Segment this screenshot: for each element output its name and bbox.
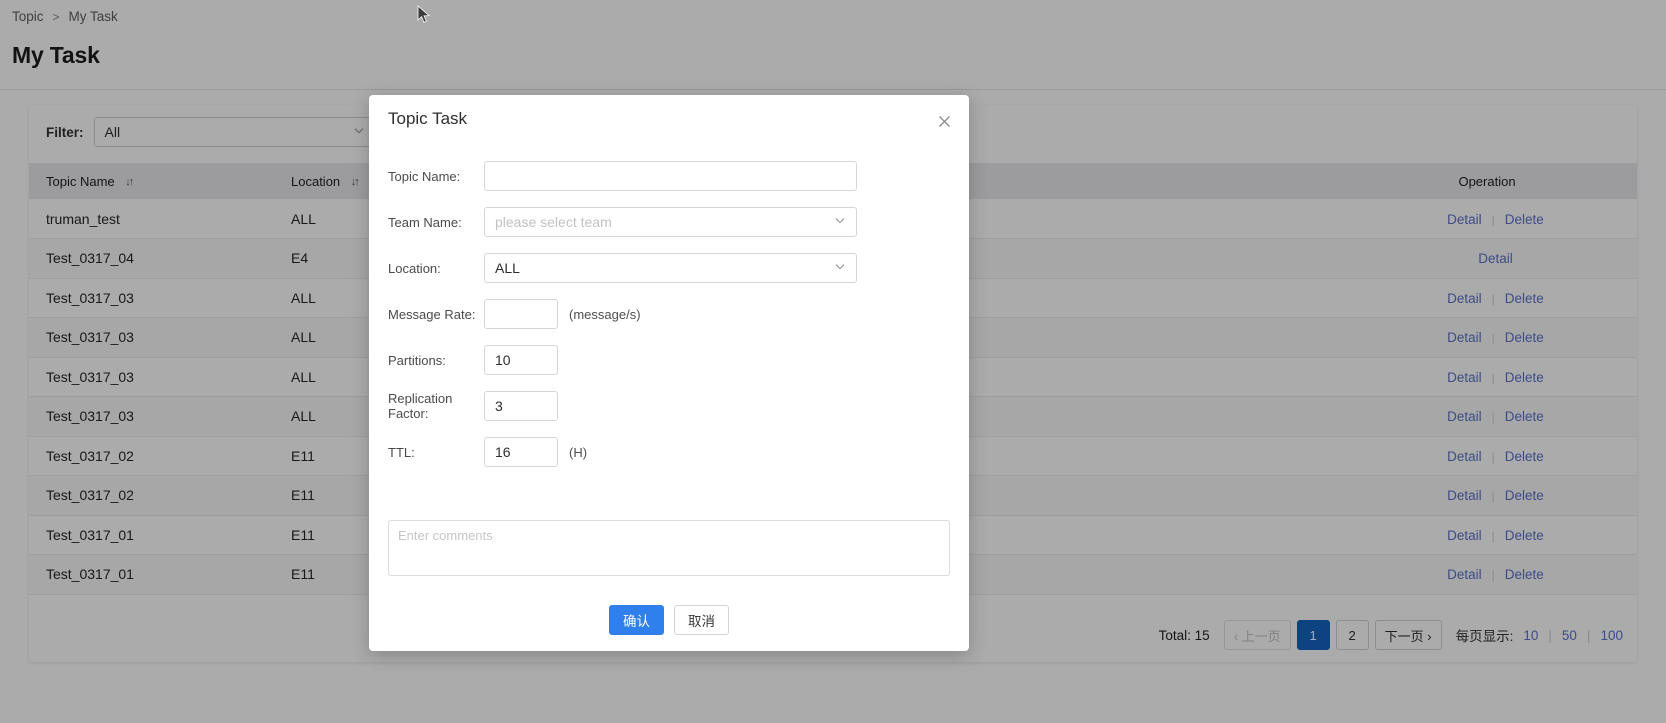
field-value: 3 — [495, 398, 503, 414]
cancel-button[interactable]: 取消 — [674, 605, 729, 635]
field-value: 16 — [495, 444, 511, 460]
partitions-input[interactable]: 10 — [484, 345, 558, 375]
field-suffix: (message/s) — [569, 306, 641, 322]
chevron-down-icon — [833, 260, 847, 277]
replication-factor-input[interactable]: 3 — [484, 391, 558, 421]
form-row: Replication Factor: 3 — [369, 391, 969, 421]
field-label: TTL: — [388, 444, 415, 460]
chevron-down-icon — [833, 214, 847, 231]
topic-name-input[interactable] — [484, 161, 857, 191]
form-row: Topic Name: — [369, 161, 969, 191]
confirm-button[interactable]: 确认 — [609, 605, 664, 635]
ttl-input[interactable]: 16 — [484, 437, 558, 467]
field-placeholder: please select team — [495, 214, 612, 230]
form-row: Message Rate: (message/s) — [369, 299, 969, 329]
form-row: TTL: 16 (H) — [369, 437, 969, 467]
field-value: 10 — [495, 352, 511, 368]
field-suffix: (H) — [569, 444, 588, 460]
comments-textarea[interactable]: Enter comments — [388, 520, 950, 576]
field-label: Topic Name: — [388, 168, 461, 184]
field-value: ALL — [495, 260, 520, 276]
field-label: Message Rate: — [388, 306, 476, 322]
close-icon[interactable] — [933, 110, 955, 132]
field-label: Team Name: — [388, 214, 462, 230]
form-row: Partitions: 10 — [369, 345, 969, 375]
form-row: Location: ALL — [369, 253, 969, 283]
field-label: Replication Factor: — [388, 391, 453, 421]
location-select[interactable]: ALL — [484, 253, 857, 283]
field-label: Partitions: — [388, 352, 446, 368]
topic-task-form: Topic Name: Team Name: please select team L… — [369, 161, 969, 483]
topic-task-modal: Topic Task Topic Name: Team Name: please s… — [369, 95, 969, 651]
team-name-select[interactable]: please select team — [484, 207, 857, 237]
form-row: Team Name: please select team — [369, 207, 969, 237]
message-rate-input[interactable] — [484, 299, 558, 329]
modal-title: Topic Task — [388, 109, 468, 128]
field-label: Location: — [388, 260, 441, 276]
modal-footer: 确认 取消 — [369, 605, 969, 635]
